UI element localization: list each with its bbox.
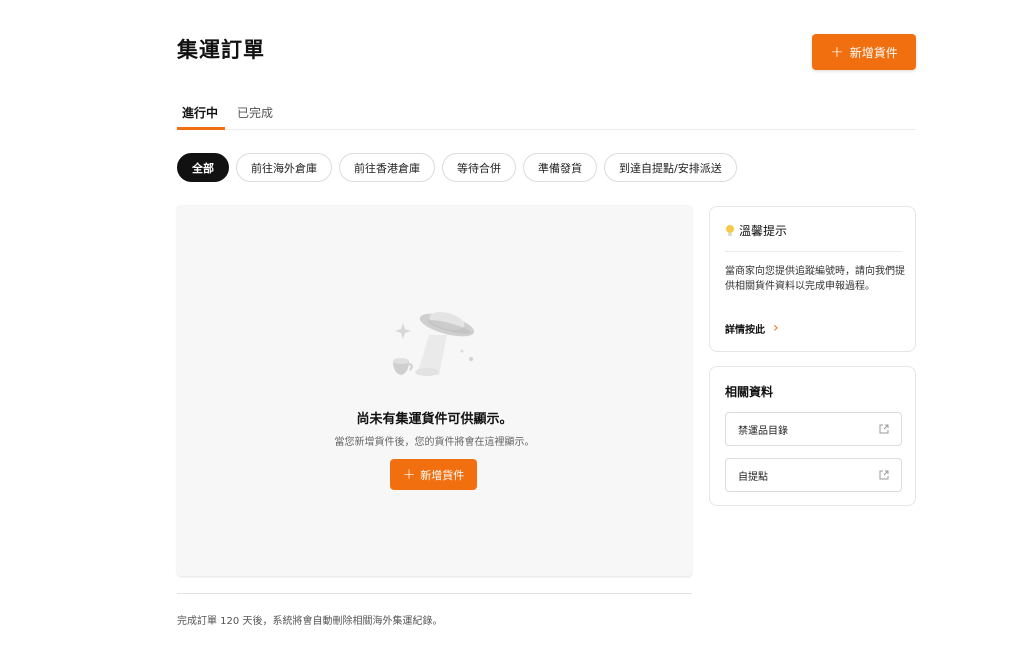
ufo-icon (393, 311, 475, 376)
page-title: 集運訂單 (177, 38, 265, 62)
add-shipment-button-label: 新增貨件 (849, 45, 898, 60)
empty-state-button-label: 新增貨件 (420, 468, 465, 482)
plus-icon: + (402, 465, 416, 483)
related-resources-card: 相關資料 禁運品目錄 自提點 (709, 366, 916, 506)
add-shipment-button[interactable]: + 新增貨件 (812, 34, 916, 70)
footer-divider (177, 593, 692, 594)
status-tabs: 進行中 已完成 (177, 96, 916, 130)
empty-state-title: 尚未有集運貨件可供顯示。 (356, 412, 513, 427)
filter-chip-all[interactable]: 全部 (177, 153, 229, 182)
related-resources-title: 相關資料 (725, 385, 774, 399)
filter-chip-hk-warehouse[interactable]: 前往香港倉庫 (339, 153, 435, 182)
plus-icon: + (830, 42, 844, 61)
filter-chip-awaiting-merge[interactable]: 等待合併 (442, 153, 516, 182)
empty-state-description: 當您新增貨件後，您的貨件將會在這裡顯示。 (334, 437, 535, 448)
chevron-right-icon: › (773, 320, 779, 336)
tips-body: 當商家向您提供追蹤編號時，請向我們提供相關貨件資料以完成申報過程。 (725, 266, 905, 292)
active-tab-indicator (177, 127, 225, 130)
lightbulb-icon (726, 225, 734, 236)
resource-link-prohibited-items[interactable]: 禁運品目錄 (725, 412, 902, 446)
footer-note: 完成訂單 120 天後，系統將會自動刪除相關海外集運紀錄。 (177, 616, 443, 627)
details-link[interactable]: 詳情按此 › (725, 320, 779, 336)
details-link-label: 詳情按此 (725, 324, 765, 336)
tips-title: 溫馨提示 (739, 224, 788, 238)
empty-state-panel: 尚未有集運貨件可供顯示。 當您新增貨件後，您的貨件將會在這裡顯示。 + 新增貨件 (177, 205, 692, 576)
external-link-icon (879, 470, 889, 480)
tab-completed[interactable]: 已完成 (237, 104, 273, 121)
filter-chip-arrived-pickup[interactable]: 到達自提點/安排派送 (604, 153, 737, 182)
tips-divider (725, 251, 902, 252)
resource-link-label: 自提點 (738, 471, 768, 483)
filter-chips: 全部 前往海外倉庫 前往香港倉庫 等待合併 準備發貨 到達自提點/安排派送 (177, 153, 737, 182)
resource-link-pickup-points[interactable]: 自提點 (725, 458, 902, 492)
filter-chip-overseas-warehouse[interactable]: 前往海外倉庫 (236, 153, 332, 182)
tips-header: 溫馨提示 (725, 222, 787, 239)
empty-state-add-shipment-button[interactable]: + 新增貨件 (390, 459, 477, 490)
external-link-icon (879, 424, 889, 434)
tips-card: 溫馨提示 當商家向您提供追蹤編號時，請向我們提供相關貨件資料以完成申報過程。 詳… (709, 206, 916, 352)
resource-link-label: 禁運品目錄 (738, 425, 788, 437)
tab-in-progress[interactable]: 進行中 (182, 104, 218, 121)
filter-chip-preparing-shipment[interactable]: 準備發貨 (523, 153, 597, 182)
